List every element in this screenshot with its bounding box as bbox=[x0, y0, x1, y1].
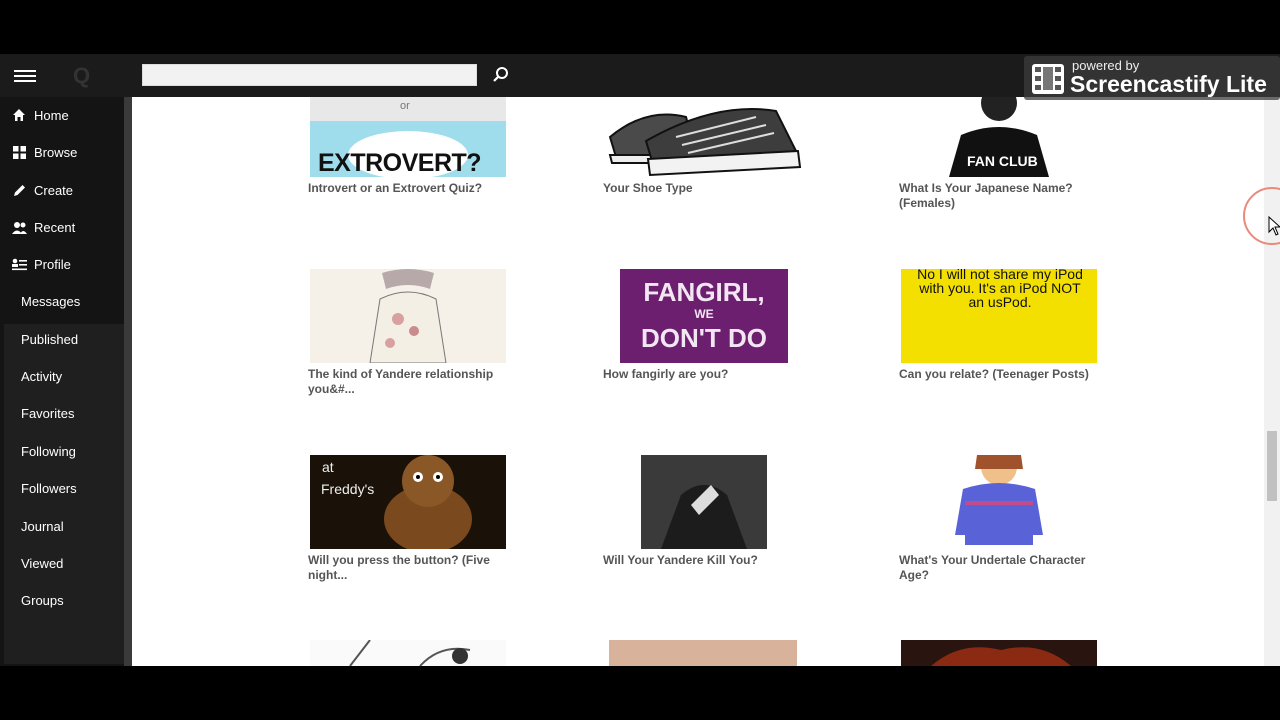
quiz-thumbnail[interactable] bbox=[606, 97, 802, 177]
sidebar-item-label: Recent bbox=[34, 219, 76, 235]
thumb-text: EXTROVERT? bbox=[318, 149, 482, 177]
thumb-text: or bbox=[400, 100, 410, 112]
quiz-thumbnail[interactable]: No I will not share my iPod with you. It… bbox=[901, 269, 1097, 363]
sidebar-item-favorites[interactable]: Favorites bbox=[0, 395, 124, 431]
quiz-card[interactable]: Will Your Yandere Kill You? bbox=[603, 455, 803, 595]
sidebar-item-following[interactable]: Following bbox=[0, 433, 124, 469]
quiz-card[interactable]: No I will not share my iPod with you. It… bbox=[899, 269, 1099, 409]
quiz-thumbnail[interactable] bbox=[901, 640, 1097, 666]
quiz-title[interactable]: The kind of Yandere relationship you&#..… bbox=[308, 367, 508, 397]
quiz-card[interactable] bbox=[308, 640, 508, 666]
sidebar-item-activity[interactable]: Activity bbox=[0, 358, 124, 394]
users-icon bbox=[11, 219, 27, 235]
thumb-text: at bbox=[322, 459, 334, 475]
quiz-card[interactable]: at Freddy's Will you press the button? (… bbox=[308, 455, 508, 595]
mouse-pointer-icon bbox=[1268, 216, 1280, 236]
quiz-thumbnail[interactable]: or EXTROVERT? bbox=[310, 97, 506, 177]
quiz-card[interactable]: The kind of Yandere relationship you&#..… bbox=[308, 269, 508, 409]
thumb-text: DON'T DO bbox=[640, 323, 768, 353]
quiz-card[interactable]: FAN CLUB What Is Your Japanese Name? (Fe… bbox=[899, 97, 1099, 217]
sidebar-item-label: Profile bbox=[34, 256, 71, 272]
quiz-thumbnail[interactable] bbox=[310, 269, 506, 363]
sneakers-image bbox=[608, 108, 802, 177]
sidebar: Home Browse Create Recent Profile Messag… bbox=[0, 97, 124, 666]
sidebar-item-home[interactable]: Home bbox=[0, 97, 124, 133]
quiz-title[interactable]: Can you relate? (Teenager Posts) bbox=[899, 367, 1099, 382]
sidebar-item-label: Home bbox=[34, 107, 69, 123]
quiz-card[interactable]: What's Your Undertale Character Age? bbox=[899, 455, 1099, 595]
film-icon bbox=[1032, 64, 1064, 94]
grid-icon bbox=[11, 144, 27, 160]
sidebar-item-browse[interactable]: Browse bbox=[0, 134, 124, 170]
sidebar-item-published[interactable]: Published bbox=[0, 321, 124, 357]
sidebar-item-journal[interactable]: Journal bbox=[0, 508, 124, 544]
scrollbar-thumb[interactable] bbox=[1267, 431, 1277, 501]
scrollbar-track[interactable] bbox=[1264, 97, 1280, 666]
sidebar-item-messages[interactable]: Messages bbox=[0, 283, 124, 319]
quiz-thumbnail[interactable]: at Freddy's bbox=[310, 455, 506, 549]
quiz-thumbnail[interactable] bbox=[609, 640, 797, 666]
thumb-text: Freddy's bbox=[321, 481, 375, 497]
quiz-card[interactable] bbox=[603, 640, 803, 666]
quiz-title[interactable]: Will Your Yandere Kill You? bbox=[603, 553, 803, 568]
quiz-thumbnail[interactable] bbox=[641, 455, 767, 549]
sidebar-item-viewed[interactable]: Viewed bbox=[0, 545, 124, 581]
home-icon bbox=[11, 107, 27, 123]
site-logo[interactable]: Q bbox=[73, 63, 90, 89]
quiz-title[interactable]: Will you press the button? (Five night..… bbox=[308, 553, 508, 583]
sidebar-divider bbox=[124, 97, 132, 666]
quiz-card[interactable]: Your Shoe Type bbox=[603, 97, 803, 217]
quiz-card[interactable]: FANGIRL, WE DON'T DO How fangirly are yo… bbox=[603, 269, 803, 409]
quiz-title[interactable]: Your Shoe Type bbox=[603, 181, 803, 196]
pencil-icon bbox=[11, 182, 27, 198]
quiz-grid: or EXTROVERT? Introvert or an Extrovert … bbox=[132, 97, 1264, 666]
sidebar-item-label: Create bbox=[34, 182, 74, 198]
browser-screen: Q Home Browse Create Recent Profile Mess… bbox=[0, 54, 1280, 666]
sidebar-item-create[interactable]: Create bbox=[0, 172, 124, 208]
quiz-thumbnail[interactable] bbox=[901, 455, 1097, 549]
quiz-thumbnail[interactable] bbox=[310, 640, 506, 666]
watermark-brand: Screencastify Lite bbox=[1070, 71, 1267, 97]
thumb-text: FANGIRL, bbox=[643, 277, 765, 307]
screencastify-watermark: powered by Screencastify Lite bbox=[1024, 56, 1280, 100]
menu-icon[interactable] bbox=[14, 67, 36, 85]
sidebar-item-profile[interactable]: Profile bbox=[0, 246, 124, 282]
quiz-title[interactable]: Introvert or an Extrovert Quiz? bbox=[308, 181, 508, 196]
quiz-title[interactable]: What Is Your Japanese Name? (Females) bbox=[899, 181, 1099, 211]
quiz-card[interactable]: or EXTROVERT? Introvert or an Extrovert … bbox=[308, 97, 508, 217]
quiz-thumbnail[interactable]: FAN CLUB bbox=[901, 97, 1097, 177]
thumb-text: FAN CLUB bbox=[967, 153, 1038, 169]
search-icon[interactable] bbox=[490, 64, 512, 86]
quiz-title[interactable]: How fangirly are you? bbox=[603, 367, 803, 382]
quiz-card[interactable] bbox=[899, 640, 1099, 666]
thumb-text: No I will not share my iPod with you. It… bbox=[917, 269, 1083, 310]
thumb-text: WE bbox=[694, 307, 714, 321]
sidebar-item-recent[interactable]: Recent bbox=[0, 209, 124, 245]
sidebar-item-followers[interactable]: Followers bbox=[0, 470, 124, 506]
video-frame: Q Home Browse Create Recent Profile Mess… bbox=[0, 0, 1280, 720]
sidebar-item-label: Browse bbox=[34, 144, 78, 160]
sidebar-item-groups[interactable]: Groups bbox=[0, 582, 124, 618]
quiz-thumbnail[interactable]: FANGIRL, WE DON'T DO bbox=[620, 269, 788, 363]
search-input[interactable] bbox=[142, 64, 477, 86]
profile-list-icon bbox=[11, 256, 27, 272]
quiz-title[interactable]: What's Your Undertale Character Age? bbox=[899, 553, 1099, 583]
